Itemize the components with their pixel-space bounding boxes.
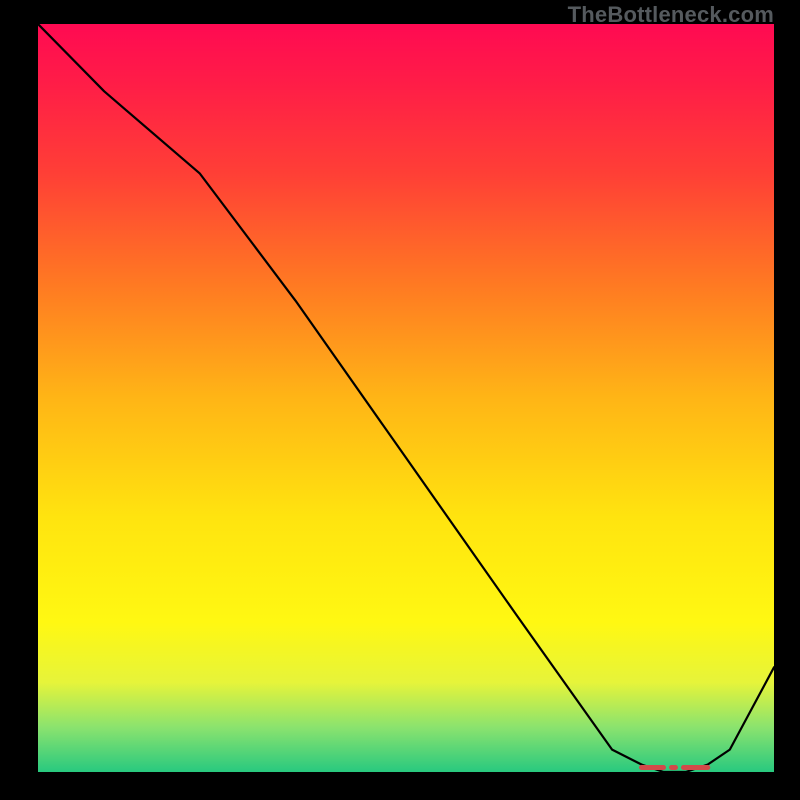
chart-frame: TheBottleneck.com (0, 0, 800, 800)
plot-area (38, 24, 774, 772)
